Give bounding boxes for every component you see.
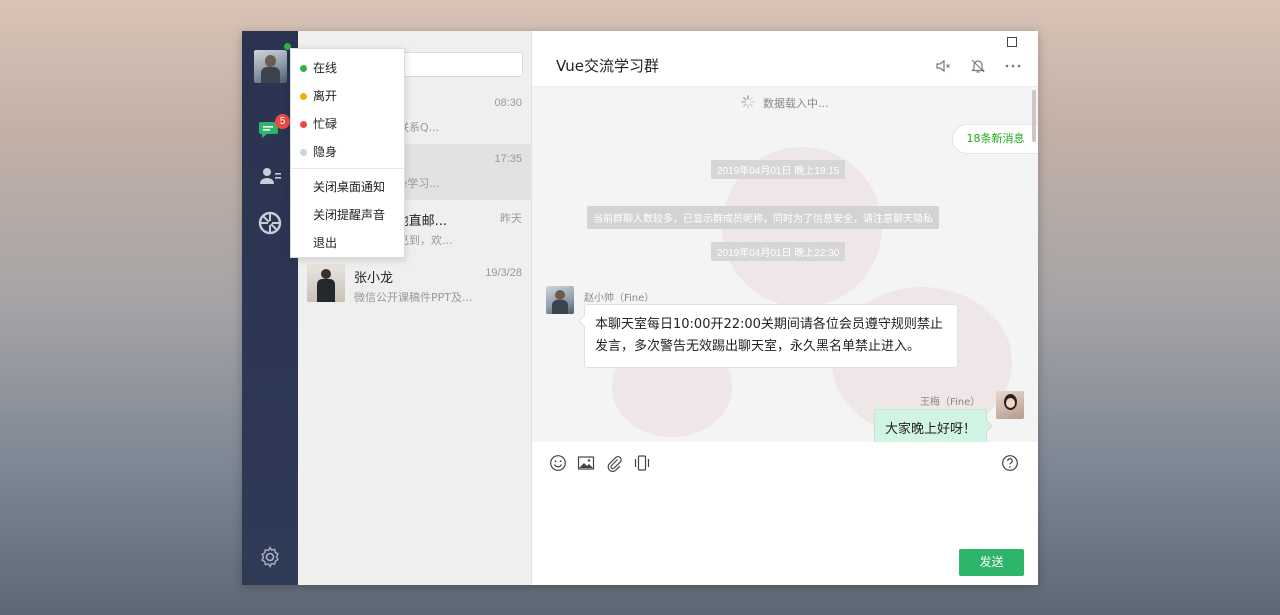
send-button[interactable]: 发送: [959, 549, 1024, 576]
conversation-time: 17:35: [494, 153, 522, 165]
settings-gear-icon[interactable]: [258, 545, 282, 569]
disable-desktop-notification-option[interactable]: 关闭桌面通知: [291, 171, 404, 199]
attachment-icon[interactable]: [605, 454, 623, 472]
conversation-time: 08:30: [494, 97, 522, 109]
conversation-avatar: [307, 264, 345, 302]
image-icon[interactable]: [577, 454, 595, 472]
mute-bell-icon[interactable]: [969, 57, 987, 75]
status-dot-invisible: [300, 149, 307, 156]
message-area[interactable]: 数据载入中... 2019年04月01日 晚上19:15 18条新消息 当前群聊…: [532, 87, 1038, 442]
input-area[interactable]: 发送: [532, 442, 1038, 585]
status-dot-busy: [300, 121, 307, 128]
status-invisible-option[interactable]: 隐身: [291, 136, 404, 164]
conversation-preview: 微信公开课稿件PPT及...: [354, 291, 473, 304]
logout-option[interactable]: 退出: [291, 227, 404, 255]
conversation-item[interactable]: 张小龙 19/3/28 微信公开课稿件PPT及...: [298, 258, 532, 316]
loading-spinner-icon: [741, 95, 755, 109]
chat-title: Vue交流学习群: [556, 57, 659, 75]
moments-icon[interactable]: [258, 211, 282, 235]
conversation-title: 张小龙: [354, 271, 394, 286]
sender-name: 王梅（Fine）: [920, 397, 981, 408]
maximize-button[interactable]: [1007, 37, 1017, 47]
scrollbar[interactable]: [1032, 90, 1036, 142]
timestamp: 2019年04月01日 晚上22:30: [711, 242, 846, 261]
conversation-time: 昨天: [500, 213, 522, 225]
sender-avatar[interactable]: [546, 286, 574, 314]
menu-divider: [291, 168, 404, 169]
unread-badge: 5: [275, 114, 290, 129]
loading-text: 数据载入中...: [763, 97, 829, 110]
privacy-notice: 当前群聊人数较多，已显示群成员昵称，同时为了信息安全，请注意聊天隐私: [587, 206, 939, 229]
status-online-option[interactable]: 在线: [291, 52, 404, 80]
speaker-icon[interactable]: [934, 57, 952, 75]
message-text: 大家晚上好呀！: [885, 422, 977, 437]
more-options-icon[interactable]: [1004, 57, 1022, 75]
message-text: 本聊天室每日10:00开22:00关期间请各位会员遵守规则禁止发言，多次警告无效…: [595, 317, 943, 354]
status-dot-online: [300, 65, 307, 72]
message-bubble: 本聊天室每日10:00开22:00关期间请各位会员遵守规则禁止发言，多次警告无效…: [578, 304, 958, 368]
new-messages-button[interactable]: 18条新消息: [952, 124, 1038, 154]
chat-panel: Vue交流学习群 数据载入中... 2019年04月01日 晚上19:15 18…: [532, 31, 1038, 585]
user-avatar[interactable]: [254, 50, 287, 83]
status-away-option[interactable]: 离开: [291, 80, 404, 108]
message-bubble-mine: 大家晚上好呀！: [874, 409, 993, 442]
help-icon[interactable]: [1001, 454, 1019, 472]
my-avatar[interactable]: [996, 391, 1024, 419]
disable-alert-sound-option[interactable]: 关闭提醒声音: [291, 199, 404, 227]
emoji-icon[interactable]: [549, 454, 567, 472]
contacts-icon[interactable]: [258, 164, 282, 188]
status-menu: 在线 离开 忙碌 隐身 关闭桌面通知 关闭提醒声音 退出: [290, 48, 405, 258]
status-busy-option[interactable]: 忙碌: [291, 108, 404, 136]
sender-name: 赵小帅（Fine）: [584, 293, 655, 304]
conversation-time: 19/3/28: [485, 267, 522, 279]
shake-icon[interactable]: [633, 454, 651, 472]
status-dot-away: [300, 93, 307, 100]
timestamp: 2019年04月01日 晚上19:15: [711, 160, 846, 179]
